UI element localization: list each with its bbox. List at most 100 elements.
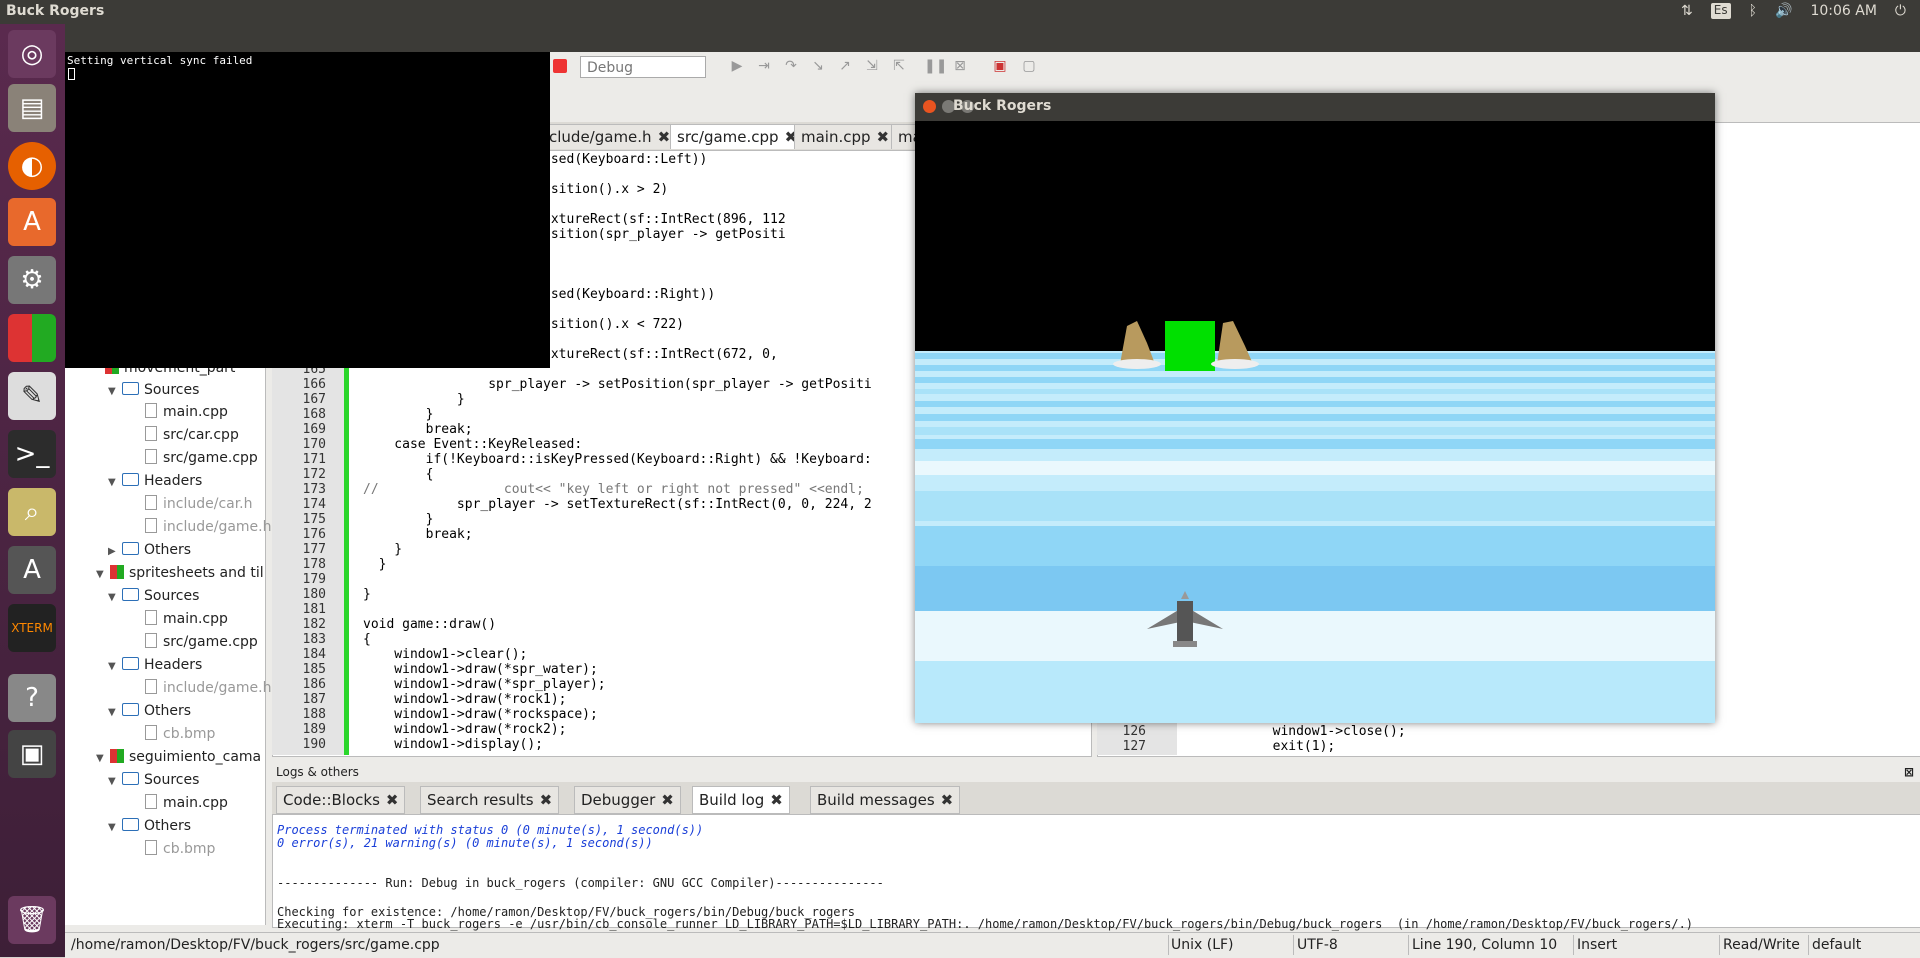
- firefox-icon[interactable]: ◐: [8, 142, 56, 190]
- tab-search-results[interactable]: Search results ✖: [420, 786, 560, 814]
- tab-build-messages[interactable]: Build messages ✖: [810, 786, 961, 814]
- tree-item[interactable]: ▼ Sources: [108, 585, 199, 607]
- log-line: 0 error(s), 21 warning(s) (0 minute(s), …: [277, 836, 653, 850]
- step-out-icon[interactable]: ↗: [836, 58, 854, 76]
- codeblocks-icon[interactable]: [8, 314, 56, 362]
- expand-arrow-icon[interactable]: ▼: [96, 564, 110, 586]
- expand-arrow-icon[interactable]: ▼: [108, 817, 122, 839]
- help-icon[interactable]: ?: [8, 674, 56, 722]
- folder-icon: [122, 588, 139, 601]
- tree-item[interactable]: main.cpp: [145, 401, 228, 423]
- tree-item[interactable]: cb.bmp: [145, 723, 215, 745]
- code-line: window1->clear();: [363, 647, 528, 662]
- expand-arrow-icon[interactable]: ▼: [96, 748, 110, 770]
- close-icon[interactable]: ✖: [540, 787, 553, 813]
- files-icon[interactable]: ▤: [8, 84, 56, 132]
- step-into-icon[interactable]: ↘: [809, 58, 827, 76]
- code-line: window1->draw(*rock1);: [363, 692, 567, 707]
- run-to-cursor-icon[interactable]: ⇥: [755, 58, 773, 76]
- close-icon[interactable]: ✖: [661, 787, 674, 813]
- xterm-icon[interactable]: XTERM: [8, 604, 56, 652]
- code-line: break;: [363, 527, 473, 542]
- close-icon[interactable]: ⊠: [1904, 762, 1914, 782]
- close-icon[interactable]: ✖: [658, 125, 671, 149]
- debug-run-icon[interactable]: ▶: [728, 58, 746, 76]
- terminal-window[interactable]: [65, 52, 550, 368]
- terminal-output: Setting vertical sync failed: [67, 54, 253, 67]
- tree-item[interactable]: include/game.h: [145, 516, 271, 538]
- tab-main-cpp[interactable]: main.cpp ✖: [794, 124, 897, 149]
- volume-icon[interactable]: 🔊: [1775, 3, 1792, 19]
- expand-arrow-icon[interactable]: ▼: [108, 381, 122, 403]
- build-target-select[interactable]: Debug: [580, 56, 706, 78]
- tree-item[interactable]: src/game.cpp: [145, 631, 258, 653]
- network-icon[interactable]: ⇅: [1681, 3, 1693, 19]
- tree-item[interactable]: main.cpp: [145, 792, 228, 814]
- keyboard-layout-indicator[interactable]: Es: [1710, 3, 1731, 19]
- pause-icon[interactable]: ❚❚: [924, 58, 947, 76]
- expand-arrow-icon[interactable]: ▼: [108, 472, 122, 494]
- close-icon[interactable]: ✖: [941, 787, 954, 813]
- tree-item[interactable]: ▼ Sources: [108, 769, 199, 791]
- next-line-icon[interactable]: ↷: [782, 58, 800, 76]
- text-editor-icon[interactable]: ✎: [8, 372, 56, 420]
- tree-item[interactable]: src/car.cpp: [145, 424, 239, 446]
- tree-item[interactable]: ▶ Others: [108, 539, 191, 561]
- tree-item[interactable]: ▼ spritesheets and til: [96, 562, 264, 584]
- tree-item[interactable]: ▼ Others: [108, 815, 191, 837]
- tree-item[interactable]: ▼ Sources: [108, 379, 199, 401]
- stop-debugger-icon[interactable]: ⊠: [951, 58, 969, 76]
- tree-item[interactable]: include/car.h: [145, 493, 253, 515]
- tree-item[interactable]: ▼ Others: [108, 700, 191, 722]
- file-icon: [145, 794, 157, 809]
- settings-icon[interactable]: ⚙: [8, 256, 56, 304]
- build-log-output[interactable]: Process terminated with status 0 (0 minu…: [272, 814, 1920, 931]
- close-icon[interactable]: ✖: [386, 787, 399, 813]
- stop-icon[interactable]: [553, 59, 567, 73]
- tree-item[interactable]: ▼ Headers: [108, 654, 202, 676]
- expand-arrow-icon[interactable]: ▼: [108, 656, 122, 678]
- code-line: window1->draw(*spr_player);: [363, 677, 606, 692]
- line-number: 171: [302, 452, 326, 467]
- tab-codeblocks-log[interactable]: Code::Blocks ✖: [276, 786, 406, 814]
- bluetooth-icon[interactable]: ᛒ: [1749, 3, 1757, 19]
- close-icon[interactable]: ✖: [877, 125, 890, 149]
- game-titlebar: Buck Rogers: [915, 93, 1715, 121]
- tab-game-h[interactable]: clude/game.h ✖: [542, 124, 678, 149]
- game-scene: [915, 121, 1715, 723]
- software-center-icon[interactable]: A: [8, 198, 56, 246]
- tree-item[interactable]: include/game.h: [145, 677, 271, 699]
- image-viewer-icon[interactable]: ⌕: [8, 488, 56, 536]
- various-info-icon[interactable]: ▢: [1020, 58, 1038, 76]
- debug-windows-icon[interactable]: ▣: [991, 58, 1009, 76]
- software-updater-icon[interactable]: A: [8, 546, 56, 594]
- tree-item[interactable]: cb.bmp: [145, 838, 215, 860]
- tab-build-log[interactable]: Build log ✖: [692, 786, 790, 814]
- clock[interactable]: 10:06 AM: [1810, 3, 1876, 19]
- power-icon[interactable]: ⏻: [1895, 3, 1906, 19]
- tree-item[interactable]: src/game.cpp: [145, 447, 258, 469]
- expand-arrow-icon[interactable]: ▼: [108, 702, 122, 724]
- expand-arrow-icon[interactable]: ▼: [108, 771, 122, 793]
- save-icon[interactable]: ▣: [8, 730, 56, 778]
- next-instruction-icon[interactable]: ⇲: [863, 58, 881, 76]
- trash-icon[interactable]: 🗑: [8, 896, 56, 944]
- file-icon: [145, 495, 157, 510]
- logs-panel-header: Logs & others ⊠: [272, 762, 1920, 782]
- close-icon[interactable]: [923, 100, 936, 113]
- tab-game-cpp[interactable]: src/game.cpp ✖: [670, 124, 805, 149]
- debug-toolbar: [545, 52, 1920, 84]
- step-instruction-icon[interactable]: ⇱: [890, 58, 908, 76]
- tree-item[interactable]: ▼ seguimiento_cama: [96, 746, 261, 768]
- launcher: ◎ ▤ ◐ A ⚙ ✎ >_ ⌕ A XTERM ? ▣ 🗑: [0, 24, 65, 957]
- collapse-arrow-icon[interactable]: ▶: [108, 541, 122, 563]
- tree-item[interactable]: ▼ Headers: [108, 470, 202, 492]
- expand-arrow-icon[interactable]: ▼: [108, 587, 122, 609]
- terminal-icon[interactable]: >_: [8, 430, 56, 478]
- tab-debugger[interactable]: Debugger ✖: [574, 786, 681, 814]
- line-number: 181: [302, 602, 326, 617]
- tree-item[interactable]: main.cpp: [145, 608, 228, 630]
- ubuntu-logo-icon[interactable]: ◎: [8, 30, 56, 78]
- close-icon[interactable]: ✖: [770, 787, 783, 813]
- code-line: exit(1);: [1210, 739, 1336, 754]
